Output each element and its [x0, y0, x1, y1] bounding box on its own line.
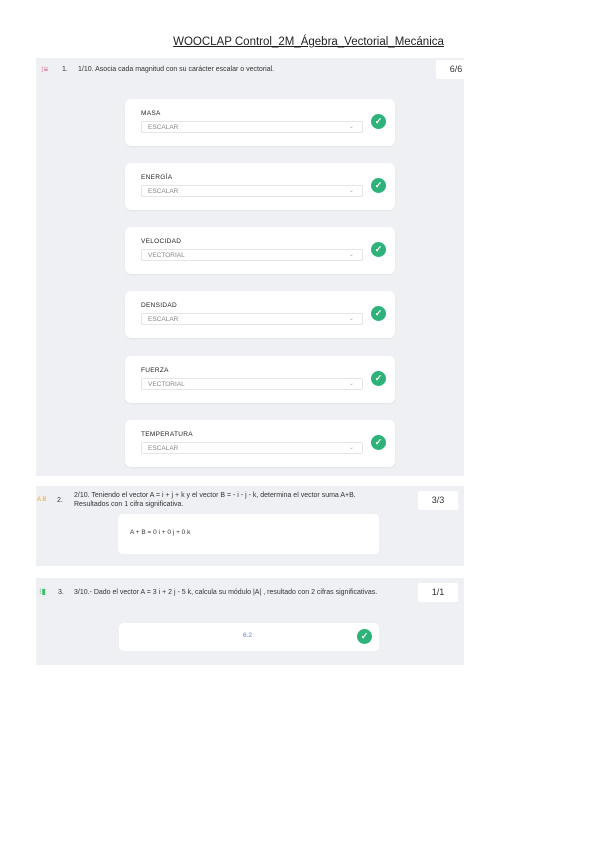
check-icon: ✓ — [371, 371, 386, 386]
magnitude-label: FUERZA — [141, 367, 169, 374]
question-number: 2. — [57, 497, 63, 504]
select-value: VECTORIAL — [148, 381, 185, 388]
question-2-panel: A B 2. 2/10. Teniendo el vector A = i + … — [36, 486, 464, 566]
list-icon: ⁝≡ — [41, 65, 49, 74]
question-number: 1. — [62, 66, 68, 73]
chevron-down-icon: ⌄ — [348, 124, 354, 130]
check-icon: ✓ — [371, 242, 386, 257]
chevron-down-icon: ⌄ — [348, 445, 354, 451]
q3-type-icon: ⁝▮ — [39, 587, 46, 596]
chevron-down-icon: ⌄ — [348, 381, 354, 387]
answer-box: A + B = 0 i + 0 j + 0 k — [118, 514, 379, 554]
match-card: TEMPERATURA ESCALAR ⌄ ✓ — [125, 420, 395, 467]
match-card: FUERZA VECTORIAL ⌄ ✓ — [125, 356, 395, 403]
check-icon: ✓ — [371, 435, 386, 450]
type-select[interactable]: ESCALAR ⌄ — [141, 185, 363, 197]
type-select[interactable]: ESCALAR ⌄ — [141, 121, 363, 133]
match-card: DENSIDAD ESCALAR ⌄ ✓ — [125, 291, 395, 338]
score-badge: 6/6 — [436, 60, 476, 79]
select-value: ESCALAR — [148, 445, 179, 452]
match-card: VELOCIDAD VECTORIAL ⌄ ✓ — [125, 227, 395, 274]
match-card: MASA ESCALAR ⌄ ✓ — [125, 99, 395, 146]
q2-type-icon: A B — [37, 497, 47, 503]
check-icon: ✓ — [371, 114, 386, 129]
select-value: ESCALAR — [148, 124, 179, 131]
score-badge: 1/1 — [418, 583, 458, 602]
check-icon: ✓ — [371, 178, 386, 193]
chevron-down-icon: ⌄ — [348, 252, 354, 258]
select-value: ESCALAR — [148, 316, 179, 323]
question-number: 3. — [58, 589, 64, 596]
check-icon: ✓ — [357, 629, 372, 644]
answer-text: A + B = 0 i + 0 j + 0 k — [130, 529, 191, 536]
question-prompt: 3/10.- Dado el vector A = 3 i + 2 j - 5 … — [74, 589, 378, 596]
score-badge: 3/3 — [418, 491, 458, 510]
type-select[interactable]: ESCALAR ⌄ — [141, 442, 363, 454]
chevron-down-icon: ⌄ — [348, 188, 354, 194]
match-card: ENERGÍA ESCALAR ⌄ ✓ — [125, 163, 395, 210]
document-title: WOOCLAP Control_2M_Ágebra_Vectorial_Mecá… — [173, 36, 444, 48]
check-icon: ✓ — [371, 306, 386, 321]
type-select[interactable]: ESCALAR ⌄ — [141, 313, 363, 325]
type-select[interactable]: VECTORIAL ⌄ — [141, 249, 363, 261]
type-select[interactable]: VECTORIAL ⌄ — [141, 378, 363, 390]
select-value: VECTORIAL — [148, 252, 185, 259]
question-3-panel: ⁝▮ 3. 3/10.- Dado el vector A = 3 i + 2 … — [36, 578, 464, 665]
question-prompt: 1/10. Asocia cada magnitud con su caráct… — [78, 66, 275, 73]
magnitude-label: DENSIDAD — [141, 302, 177, 309]
answer-text: 6.2 — [243, 632, 253, 639]
select-value: ESCALAR — [148, 188, 179, 195]
question-prompt-line2: Resultados con 1 cifra significativa. — [74, 501, 184, 508]
magnitude-label: ENERGÍA — [141, 174, 173, 181]
chevron-down-icon: ⌄ — [348, 316, 354, 322]
magnitude-label: VELOCIDAD — [141, 238, 182, 245]
question-prompt: 2/10. Teniendo el vector A = i + j + k y… — [74, 492, 356, 499]
magnitude-label: MASA — [141, 110, 161, 117]
magnitude-label: TEMPERATURA — [141, 431, 193, 438]
answer-box: 6.2 ✓ — [119, 623, 379, 651]
